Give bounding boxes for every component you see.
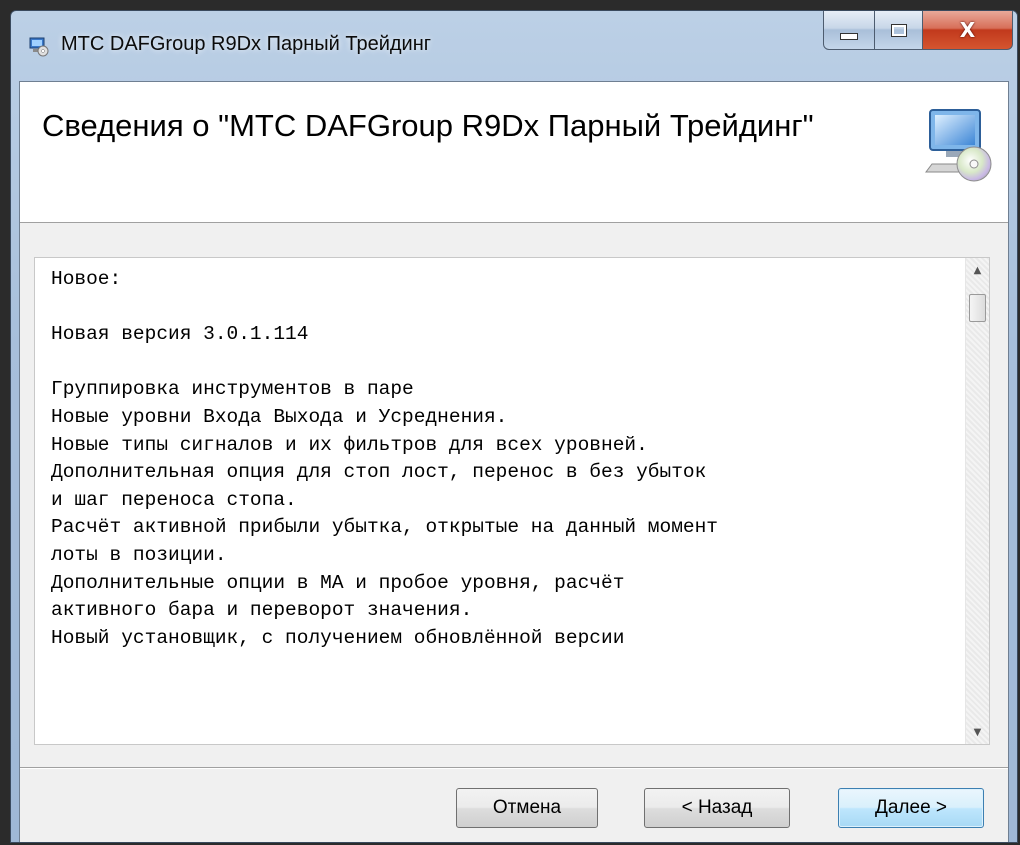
release-notes-line: Новые уровни Входа Выхода и Усреднения.	[51, 405, 508, 428]
release-notes-line: Дополнительные опции в МА и пробое уровн…	[51, 571, 625, 594]
caption-buttons: X	[823, 11, 1013, 50]
release-notes-text: Новое: Новая версия 3.0.1.114 Группировк…	[51, 266, 961, 652]
close-icon: X	[959, 18, 976, 42]
release-notes-line: Дополнительная опция для стоп лост, пере…	[51, 461, 707, 484]
dialog-client-area: Сведения о "МТС DAFGroup R9Dx Парный Тре…	[19, 81, 1009, 842]
computer-cd-icon	[925, 109, 992, 182]
maximize-icon	[890, 23, 907, 37]
release-notes-line	[51, 349, 961, 377]
release-notes-line	[51, 294, 961, 322]
release-notes-line: и шаг переноса стопа.	[51, 488, 297, 511]
release-notes-line: Расчёт активной прибыли убытка, открытые…	[51, 516, 719, 539]
title-bar[interactable]: МТС DAFGroup R9Dx Парный Трейдинг X	[11, 11, 1017, 81]
release-notes-line: Новая версия 3.0.1.114	[51, 323, 309, 346]
close-button[interactable]: X	[923, 11, 1013, 50]
window-title: МТС DAFGroup R9Dx Парный Трейдинг	[61, 33, 432, 55]
release-notes-line: Группировка инструментов в паре	[51, 378, 414, 401]
minimize-button[interactable]	[823, 11, 875, 50]
next-button[interactable]: Далее >	[838, 788, 984, 828]
page-title: Сведения о "МТС DAFGroup R9Dx Парный Тре…	[42, 108, 814, 143]
scroll-down-arrow-icon[interactable]: ▼	[966, 720, 989, 744]
header-banner: Сведения о "МТС DAFGroup R9Dx Парный Тре…	[20, 82, 1008, 223]
release-notes-line: Новое:	[51, 268, 122, 290]
vertical-scrollbar[interactable]: ▲ ▼	[965, 258, 989, 744]
release-notes-line: Новые типы сигналов и их фильтров для вс…	[51, 433, 648, 456]
installer-app-icon	[29, 37, 49, 57]
scroll-thumb[interactable]	[969, 294, 986, 322]
release-notes-line: лоты в позиции.	[51, 543, 227, 566]
installer-window: МТС DAFGroup R9Dx Парный Трейдинг X Свед…	[10, 10, 1018, 843]
scroll-up-arrow-icon[interactable]: ▲	[966, 258, 989, 282]
back-button[interactable]: < Назад	[644, 788, 790, 828]
cancel-button[interactable]: Отмена	[456, 788, 598, 828]
footer-divider	[20, 767, 1008, 769]
minimize-icon	[840, 32, 858, 40]
release-notes-line: Новый установщик, с получением обновлённ…	[51, 626, 625, 649]
release-notes-line: активного бара и переворот значения.	[51, 599, 473, 622]
release-notes-textbox[interactable]: Новое: Новая версия 3.0.1.114 Группировк…	[34, 257, 990, 745]
maximize-button[interactable]	[875, 11, 923, 50]
